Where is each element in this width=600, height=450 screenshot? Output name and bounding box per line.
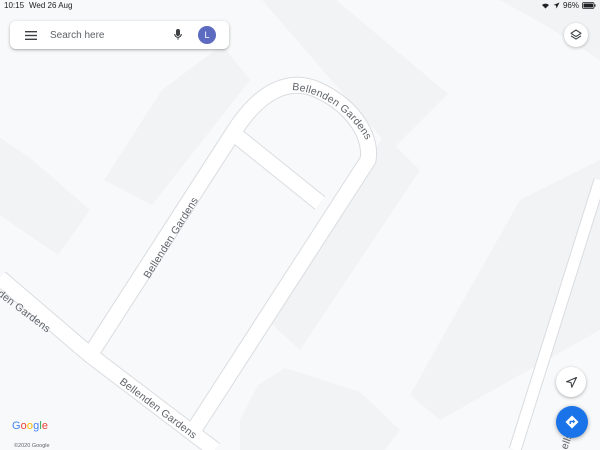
- building-block: [240, 368, 400, 450]
- search-input[interactable]: [50, 29, 160, 41]
- my-location-button[interactable]: [556, 367, 586, 397]
- logo-letter: G: [12, 420, 21, 432]
- layers-button[interactable]: [564, 23, 588, 47]
- street-label-west: Bellenden Gardens: [141, 195, 201, 280]
- avatar[interactable]: L: [198, 26, 216, 44]
- building-block: [0, 138, 90, 255]
- search-bar: L: [10, 21, 229, 49]
- road-bellenden-cross: [228, 127, 325, 209]
- status-indicators: 96%: [541, 1, 596, 10]
- google-logo: Google: [12, 420, 48, 432]
- status-time: 10:15: [4, 1, 25, 10]
- menu-button[interactable]: [18, 22, 44, 48]
- directions-diamond-icon: [565, 415, 579, 429]
- directions-button[interactable]: [556, 406, 588, 438]
- battery-percent: 96%: [562, 1, 579, 10]
- map-canvas[interactable]: Bellenden Gardens Bellenden Gardens Bell…: [0, 0, 600, 450]
- copyright-notice: ©2020 Google: [14, 443, 50, 449]
- street-label-south: Bellenden Gardens: [117, 376, 199, 442]
- map-app: Bellenden Gardens Bellenden Gardens Bell…: [0, 0, 600, 450]
- hamburger-menu-icon: [25, 30, 37, 40]
- wifi-icon: [541, 2, 550, 9]
- status-date: Wed 26 Aug: [29, 1, 73, 10]
- microphone-icon: [174, 29, 182, 40]
- building-blocks: [0, 0, 600, 450]
- layers-icon: [570, 29, 582, 40]
- battery-icon: [582, 2, 596, 9]
- logo-letter: e: [41, 420, 49, 432]
- location-arrow-icon: [553, 2, 560, 9]
- voice-search-button[interactable]: [168, 25, 188, 45]
- navigation-arrow-icon: [565, 376, 577, 388]
- status-bar: 10:15 Wed 26 Aug 96%: [0, 0, 600, 12]
